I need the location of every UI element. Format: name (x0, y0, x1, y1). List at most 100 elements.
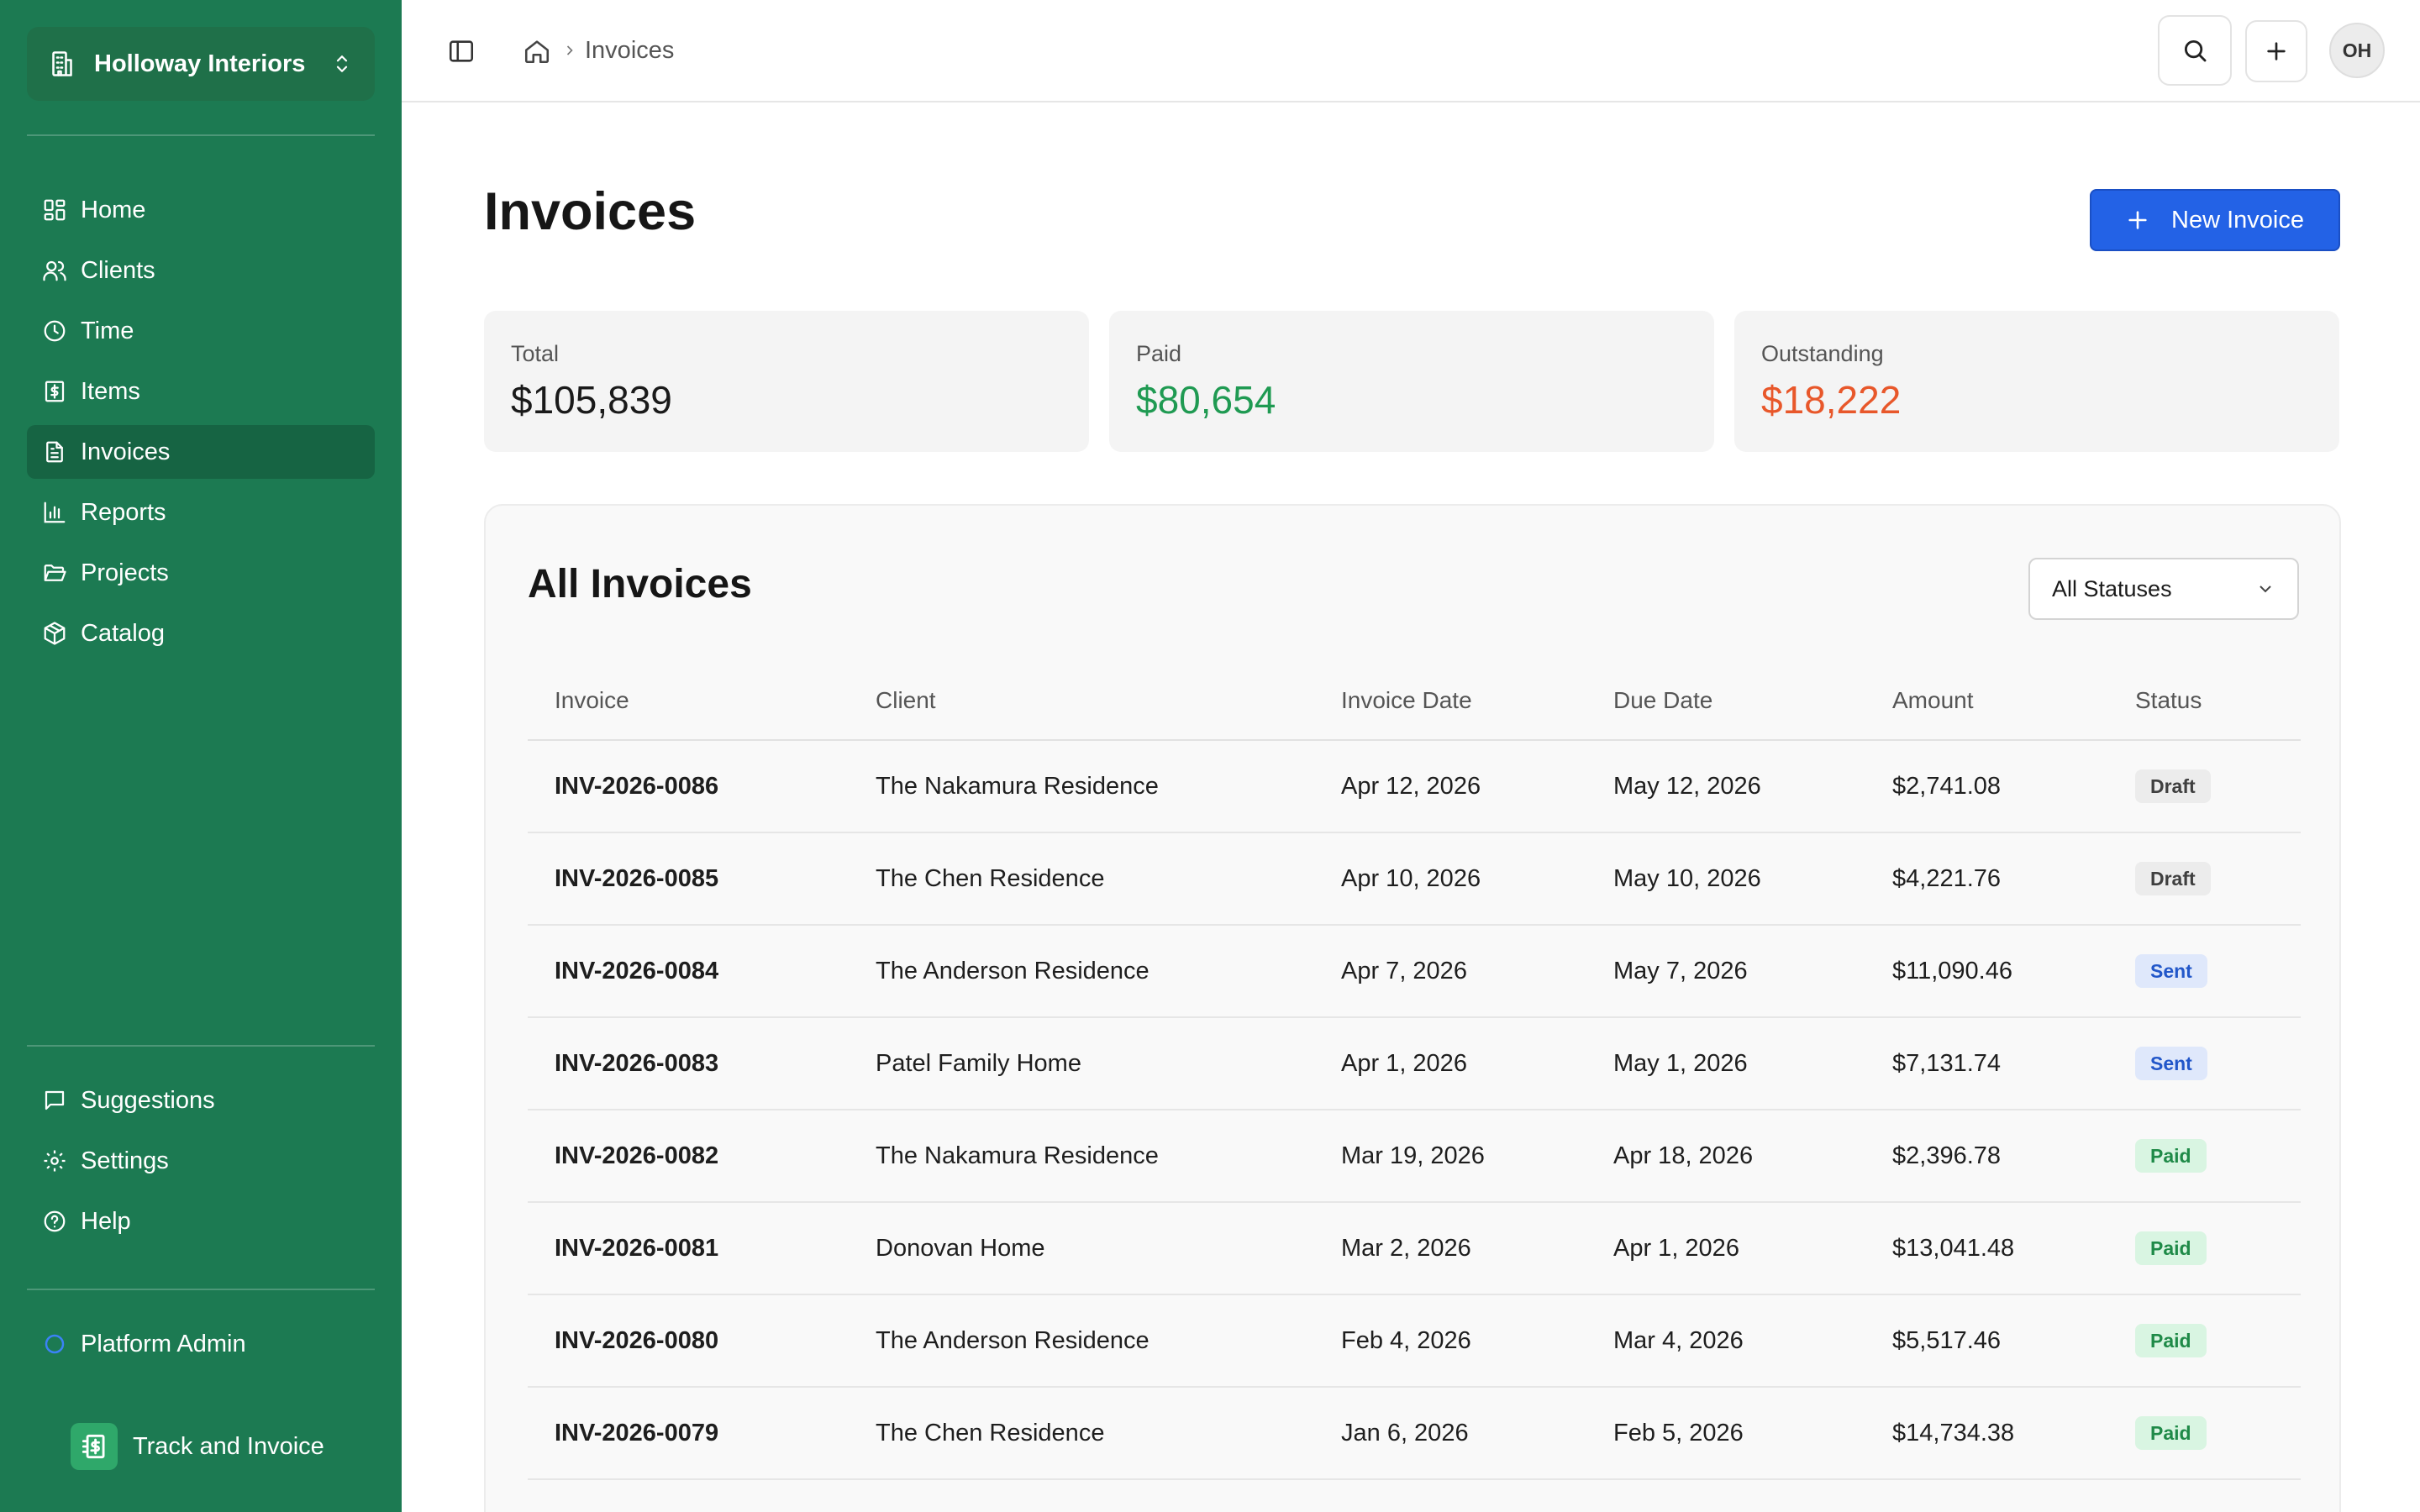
home-icon[interactable] (523, 37, 551, 66)
grid-icon (40, 196, 69, 224)
chevron-right-icon (566, 45, 573, 55)
sidebar-item-projects[interactable]: Projects (27, 546, 375, 600)
column-header[interactable]: Invoice (555, 687, 629, 714)
cell-invoice[interactable]: INV-2026-0082 (555, 1142, 718, 1170)
sidebar-item-platform-admin[interactable]: Platform Admin (27, 1317, 375, 1371)
new-invoice-button[interactable]: New Invoice (2090, 189, 2340, 251)
cell-invoice[interactable]: INV-2026-0081 (555, 1235, 718, 1263)
sidebar-item-time[interactable]: Time (27, 304, 375, 358)
plus-icon (2128, 211, 2147, 229)
table-row[interactable]: INV-2026-0081 Donovan Home Mar 2, 2026 Apr … (528, 1203, 2301, 1295)
status-filter-value: All Statuses (2052, 575, 2172, 601)
table-row[interactable]: INV-2026-0084 The Anderson Residence Apr 7… (528, 926, 2301, 1018)
sidebar-item-clients[interactable]: Clients (27, 244, 375, 297)
topbar: Invoices OH (402, 0, 2420, 102)
stat-label: Outstanding (1761, 341, 1884, 366)
help-circle-icon (40, 1207, 69, 1236)
sidebar-item-settings[interactable]: Settings (27, 1134, 375, 1188)
file-text-icon (40, 438, 69, 466)
sidebar-item-home[interactable]: Home (27, 183, 375, 237)
table-row[interactable]: INV-2026-0080 The Anderson Residence Feb 4… (528, 1295, 2301, 1388)
add-button[interactable] (2245, 20, 2307, 82)
sidebar-item-reports[interactable]: Reports (27, 486, 375, 539)
new-invoice-label: New Invoice (2171, 206, 2304, 234)
cell-invoice[interactable]: INV-2026-0084 (555, 958, 718, 985)
cell-date: Jan 6, 2026 (1341, 1420, 1469, 1446)
status-badge: Draft (2135, 862, 2211, 895)
building-icon (52, 51, 72, 76)
cell-invoice[interactable]: INV-2026-0083 (555, 1050, 718, 1078)
cell-date: Apr 7, 2026 (1341, 958, 1467, 984)
cell-client: The Anderson Residence (876, 958, 1150, 984)
column-header[interactable]: Amount (1892, 687, 1974, 714)
cell-amount: $7,131.74 (1892, 1050, 2002, 1077)
cell-client: The Nakamura Residence (876, 1142, 1159, 1169)
org-switcher[interactable]: Holloway Interiors (27, 27, 375, 101)
sidebar-item-help[interactable]: Help (27, 1194, 375, 1248)
table-row[interactable]: INV-2026-0083 Patel Family Home Apr 1, 202… (528, 1018, 2301, 1110)
cell-invoice[interactable]: INV-2026-0086 (555, 773, 718, 801)
cell-invoice[interactable]: INV-2026-0079 (555, 1420, 718, 1447)
cell-date: Feb 4, 2026 (1341, 1327, 1471, 1354)
sidebar-item-label: Home (81, 196, 146, 223)
search-button[interactable] (2158, 15, 2232, 86)
table-row[interactable]: INV-2026-0086 The Nakamura Residence Apr 1… (528, 741, 2301, 833)
cell-invoice[interactable]: INV-2026-0085 (555, 865, 718, 893)
column-header[interactable]: Client (876, 687, 936, 714)
column-header[interactable]: Status (2135, 687, 2202, 714)
stat-card-total: Total $105,839 (484, 311, 1089, 452)
sidebar-item-label: Help (81, 1207, 131, 1235)
gear-icon (40, 1147, 69, 1175)
cell-due: May 10, 2026 (1613, 865, 1761, 892)
sidebar-divider (27, 134, 375, 136)
status-badge: Paid (2135, 1324, 2207, 1357)
receipt-icon (40, 377, 69, 406)
sidebar-item-label: Invoices (81, 438, 171, 465)
status-badge: Paid (2135, 1139, 2207, 1173)
column-header[interactable]: Invoice Date (1341, 687, 1472, 714)
circle-icon (40, 1330, 69, 1358)
status-badge: Sent (2135, 954, 2207, 988)
cell-client: The Chen Residence (876, 865, 1105, 892)
plus-icon (2267, 42, 2286, 60)
table-row[interactable]: INV-2026-0079 The Chen Residence Jan 6, 20… (528, 1388, 2301, 1480)
sidebar-item-invoices[interactable]: Invoices (27, 425, 375, 479)
column-header[interactable]: Due Date (1613, 687, 1712, 714)
cell-date: Mar 2, 2026 (1341, 1235, 1471, 1262)
sidebar-item-label: Clients (81, 256, 155, 284)
status-filter-select[interactable]: All Statuses (2028, 558, 2299, 620)
cell-amount: $4,221.76 (1892, 865, 2002, 892)
cell-client: Patel Family Home (876, 1050, 1081, 1077)
cell-due: Mar 4, 2026 (1613, 1327, 1744, 1354)
breadcrumb[interactable]: Invoices (585, 37, 674, 65)
status-badge: Draft (2135, 769, 2211, 803)
cell-client: Donovan Home (876, 1235, 1045, 1262)
status-badge: Paid (2135, 1231, 2207, 1265)
stat-card-paid: Paid $80,654 (1109, 311, 1714, 452)
avatar[interactable]: OH (2329, 23, 2385, 78)
clock-icon (40, 317, 69, 345)
bar-chart-icon (40, 498, 69, 527)
table-row[interactable]: INV-2026-0082 The Nakamura Residence Mar 1… (528, 1110, 2301, 1203)
cell-invoice[interactable]: INV-2026-0080 (555, 1327, 718, 1355)
sidebar-item-suggestions[interactable]: Suggestions (27, 1074, 375, 1127)
sidebar-item-label: Platform Admin (81, 1330, 246, 1357)
sidebar: Holloway Interiors Home Clients Time Ite… (0, 0, 402, 1512)
cell-date: Apr 12, 2026 (1341, 773, 1481, 800)
sidebar-item-catalog[interactable]: Catalog (27, 606, 375, 660)
cell-due: May 7, 2026 (1613, 958, 1748, 984)
chevrons-up-down-icon (336, 55, 348, 72)
stat-label: Paid (1136, 341, 1182, 366)
cell-amount: $2,396.78 (1892, 1142, 2002, 1169)
sidebar-item-label: Catalog (81, 619, 165, 647)
table-header: Invoice Client Invoice Date Due Date Amo… (528, 664, 2301, 741)
sidebar-divider (27, 1045, 375, 1047)
users-icon (40, 256, 69, 285)
sidebar-toggle-icon[interactable] (447, 37, 476, 66)
page-title: Invoices (484, 182, 697, 241)
sidebar-item-items[interactable]: Items (27, 365, 375, 418)
cell-due: Feb 5, 2026 (1613, 1420, 1744, 1446)
cell-amount: $13,041.48 (1892, 1235, 2015, 1262)
card-title: All Invoices (528, 562, 752, 606)
table-row[interactable]: INV-2026-0085 The Chen Residence Apr 10, 2… (528, 833, 2301, 926)
